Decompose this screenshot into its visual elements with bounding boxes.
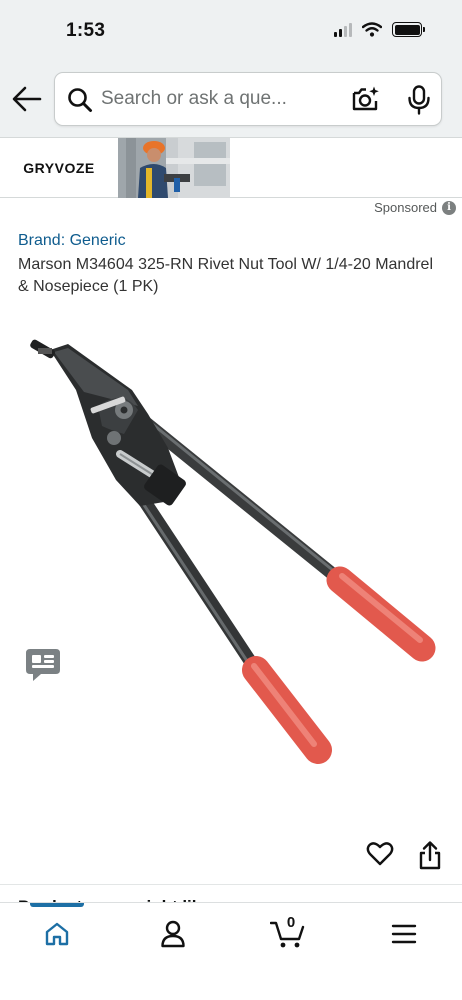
menu-icon [391,924,417,944]
camera-search-button[interactable] [351,85,381,118]
status-bar: 1:53 [0,0,462,62]
nav-home[interactable] [37,917,77,951]
sponsored-label[interactable]: Sponsored i [374,200,456,215]
sponsored-banner[interactable]: GRYVOZE [0,138,462,198]
chat-icon [26,649,60,681]
search-box[interactable] [54,72,442,126]
back-arrow-icon [12,86,42,112]
search-header [0,62,462,138]
voice-search-button[interactable] [407,85,431,120]
active-tab-indicator [30,903,84,907]
cart-count-badge: 0 [286,914,296,931]
chat-button[interactable] [24,646,62,684]
back-button[interactable] [10,82,44,116]
camera-icon [352,86,379,111]
account-icon [161,920,185,948]
microphone-icon [408,85,430,115]
ad-image [118,138,230,198]
sponsored-text: Sponsored [374,200,437,215]
home-icon [45,922,69,946]
share-button[interactable] [418,840,442,870]
status-time: 1:53 [66,20,106,41]
section-divider [0,884,462,885]
search-input[interactable] [101,73,341,125]
product-title: Marson M34604 325-RN Rivet Nut Tool W/ 1… [18,256,433,295]
status-icons [334,22,425,37]
nav-account[interactable] [153,917,193,951]
search-icon [68,88,92,112]
battery-icon [392,22,425,37]
nav-cart[interactable]: 0 [268,914,308,951]
ad-brand-logo: GRYVOZE [23,160,95,176]
info-icon[interactable]: i [442,200,456,215]
share-icon [419,841,441,870]
wifi-icon [362,22,382,37]
brand-link[interactable]: Brand: Generic [18,232,126,250]
bottom-nav: 0 [0,902,462,1000]
product-image[interactable] [20,330,440,800]
heart-icon [366,842,394,866]
nav-menu[interactable] [384,917,424,951]
signal-icon [334,22,352,37]
wishlist-button[interactable] [366,840,394,868]
